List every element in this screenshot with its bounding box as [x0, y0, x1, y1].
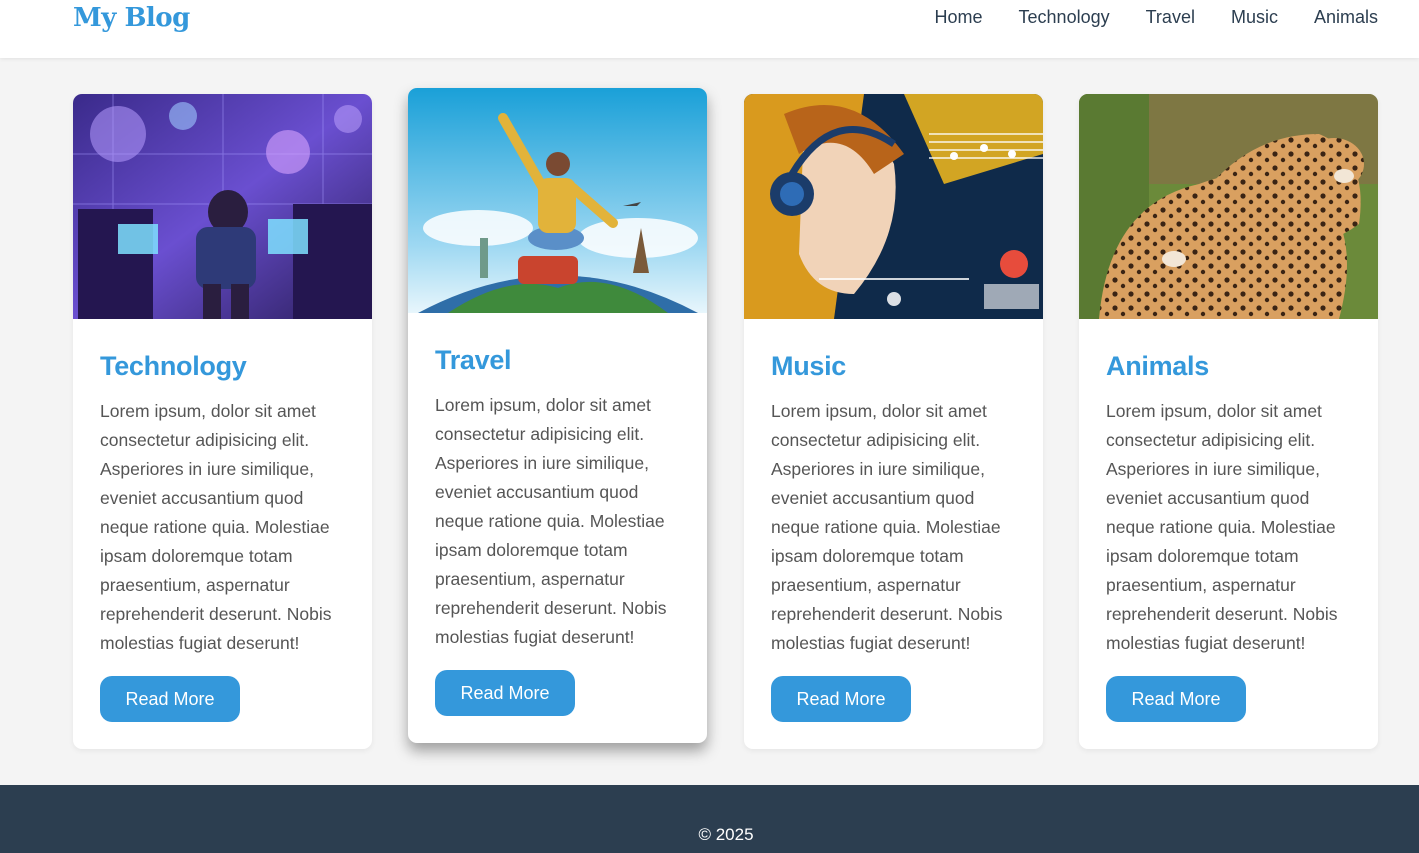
post-card-technology: Technology Lorem ipsum, dolor sit amet c… — [73, 94, 372, 749]
post-card-animals: Animals Lorem ipsum, dolor sit amet cons… — [1079, 94, 1378, 749]
site-logo[interactable]: My Blog — [73, 3, 190, 33]
travel-image — [408, 88, 707, 313]
post-card-music: Music Lorem ipsum, dolor sit amet consec… — [744, 94, 1043, 749]
technology-image — [73, 94, 372, 319]
music-image — [744, 94, 1043, 319]
read-more-button[interactable]: Read More — [435, 670, 575, 716]
card-body: Lorem ipsum, dolor sit amet consectetur … — [1106, 401, 1338, 653]
main-nav: Home Technology Travel Music Animals — [935, 7, 1378, 28]
card-title: Music — [771, 351, 847, 381]
card-title: Animals — [1106, 351, 1209, 381]
site-footer: © 2025 — [0, 785, 1419, 853]
read-more-button[interactable]: Read More — [771, 676, 911, 722]
card-body: Lorem ipsum, dolor sit amet consectetur … — [771, 401, 1003, 653]
site-header: My Blog Home Technology Travel Music Ani… — [0, 0, 1419, 58]
nav-link-technology[interactable]: Technology — [1019, 7, 1110, 28]
nav-link-music[interactable]: Music — [1231, 7, 1278, 28]
card-title: Travel — [435, 345, 512, 375]
nav-link-animals[interactable]: Animals — [1314, 7, 1378, 28]
post-card-travel: Travel Lorem ipsum, dolor sit amet conse… — [408, 88, 707, 743]
card-body: Lorem ipsum, dolor sit amet consectetur … — [435, 395, 667, 647]
card-title: Technology — [100, 351, 247, 381]
nav-link-home[interactable]: Home — [935, 7, 983, 28]
copyright-text: © 2025 — [698, 825, 754, 844]
read-more-button[interactable]: Read More — [1106, 676, 1246, 722]
animals-image — [1079, 94, 1378, 319]
nav-link-travel[interactable]: Travel — [1146, 7, 1195, 28]
read-more-button[interactable]: Read More — [100, 676, 240, 722]
card-body: Lorem ipsum, dolor sit amet consectetur … — [100, 401, 332, 653]
